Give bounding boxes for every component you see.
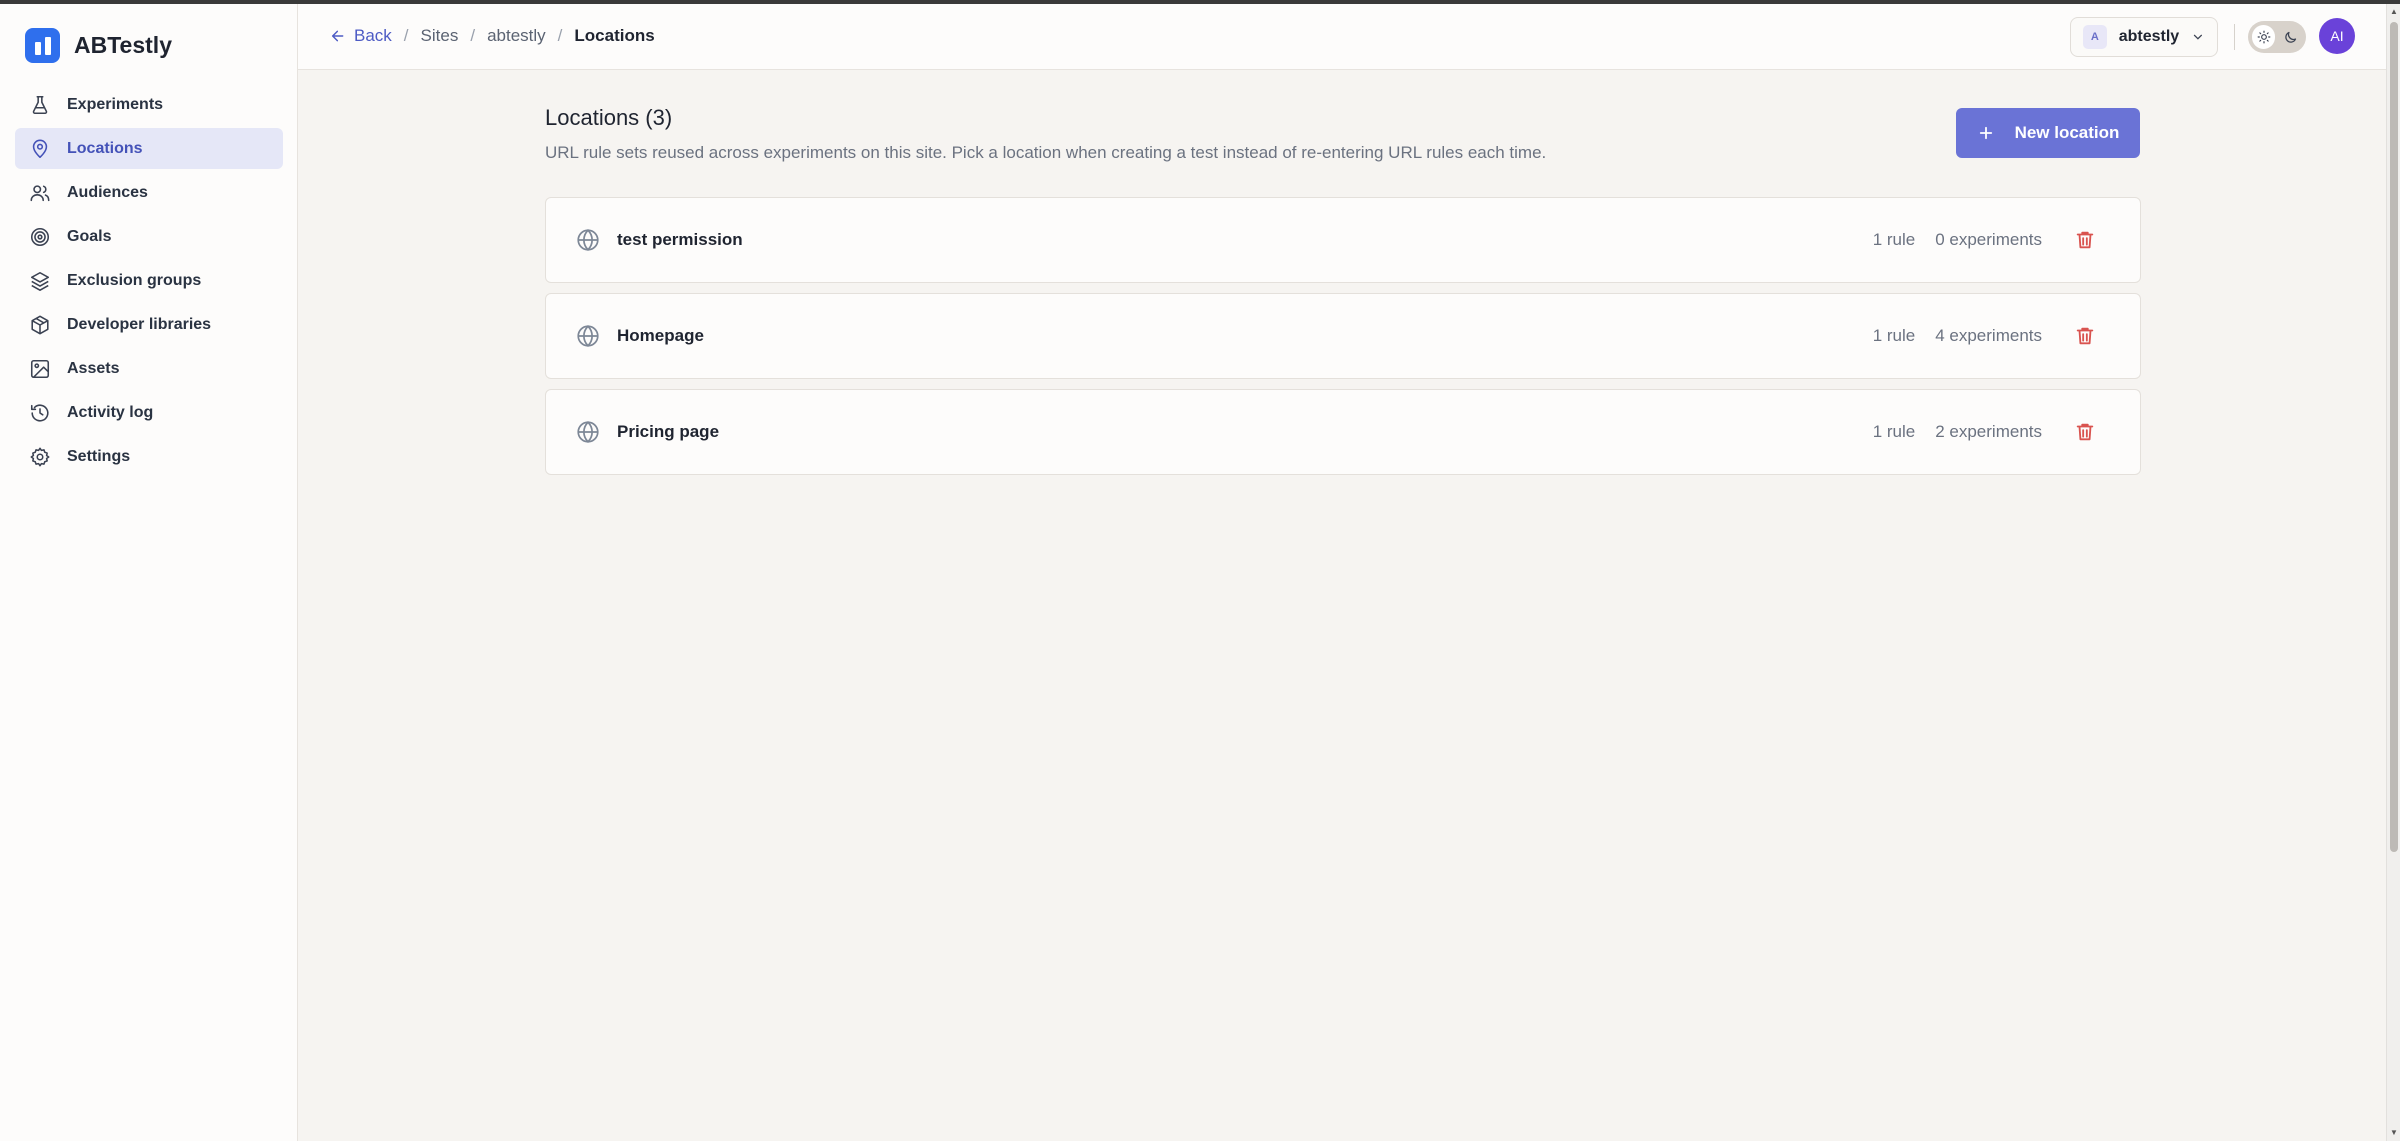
plus-icon [1979, 126, 1992, 140]
sidebar-item-assets[interactable]: Assets [15, 348, 283, 389]
brand-name: ABTestly [74, 32, 172, 58]
trash-icon[interactable] [2074, 325, 2096, 347]
sidebar-item-experiments[interactable]: Experiments [15, 84, 283, 125]
scroll-up-arrow-icon[interactable]: ▲ [2389, 7, 2399, 17]
sidebar-item-audiences[interactable]: Audiences [15, 172, 283, 213]
breadcrumb-site[interactable]: abtestly [487, 26, 546, 46]
locations-list: test permission 1 rule 0 experiments Hom… [545, 197, 2141, 485]
layers-icon [30, 271, 50, 291]
avatar[interactable]: AI [2319, 18, 2355, 54]
sidebar-item-label: Activity log [67, 403, 154, 421]
location-name: Pricing page [617, 422, 720, 441]
users-icon [30, 184, 50, 201]
target-icon [30, 227, 50, 246]
sidebar-item-label: Locations [67, 139, 143, 157]
sidebar-item-activity-log[interactable]: Activity log [15, 392, 283, 433]
list-item[interactable]: Homepage 1 rule 4 experiments [545, 293, 2141, 379]
map-pin-icon [32, 139, 48, 158]
page-title: Locations (3) [545, 105, 673, 130]
sidebar-item-exclusion-groups[interactable]: Exclusion groups [15, 260, 283, 301]
brand[interactable]: ABTestly [25, 28, 172, 63]
location-meta: 1 rule 0 experiments [1873, 230, 2042, 250]
scrollbar[interactable]: ▲ ▼ [2386, 4, 2400, 1141]
new-location-button[interactable]: New location [1956, 108, 2140, 158]
rule-count: 1 rule [1872, 230, 1916, 249]
rule-count: 1 rule [1872, 422, 1916, 441]
chevron-down-icon [2193, 34, 2203, 40]
sidebar-item-label: Audiences [67, 183, 148, 201]
breadcrumb-separator: / [403, 26, 409, 45]
history-icon [30, 403, 49, 422]
moon-icon [2279, 25, 2302, 49]
back-link[interactable]: Back [330, 26, 392, 46]
globe-icon [577, 421, 599, 443]
flask-icon [32, 95, 48, 114]
trash-icon[interactable] [2074, 421, 2096, 443]
breadcrumb-current: Locations [574, 26, 655, 45]
site-name: abtestly [2118, 28, 2180, 45]
experiment-count: 2 experiments [1935, 422, 2042, 441]
sidebar-nav: Experiments Locations Audiences Goals Ex… [15, 84, 283, 480]
breadcrumb-separator: / [557, 26, 563, 45]
theme-toggle[interactable] [2248, 21, 2306, 53]
breadcrumb-separator: / [470, 26, 476, 45]
package-icon [31, 315, 49, 334]
gear-icon [30, 447, 50, 466]
location-meta: 1 rule 2 experiments [1873, 422, 2042, 442]
scroll-thumb[interactable] [2390, 22, 2398, 852]
site-badge: A [2083, 25, 2107, 49]
location-name: test permission [617, 230, 743, 249]
breadcrumb-sites[interactable]: Sites [421, 26, 459, 46]
sidebar-item-locations[interactable]: Locations [15, 128, 283, 169]
brand-logo-icon [25, 28, 60, 63]
arrow-left-icon [331, 30, 344, 42]
image-icon [30, 359, 50, 378]
page-header: Locations (3) URL rule sets reused acros… [545, 105, 2141, 163]
experiment-count: 4 experiments [1935, 326, 2042, 345]
header-divider [2234, 24, 2235, 50]
location-name: Homepage [617, 326, 704, 345]
sidebar-item-label: Settings [67, 447, 131, 465]
sidebar-item-goals[interactable]: Goals [15, 216, 283, 257]
top-header: Back / Sites / abtestly / Locations A ab… [298, 4, 2386, 70]
new-location-label: New location [2014, 123, 2120, 142]
breadcrumb: Back / Sites / abtestly / Locations [330, 4, 655, 68]
globe-icon [577, 229, 599, 251]
site-selector[interactable]: A abtestly [2070, 17, 2218, 57]
trash-icon[interactable] [2074, 229, 2096, 251]
scroll-down-arrow-icon[interactable]: ▼ [2389, 1128, 2399, 1138]
sidebar-item-developer-libraries[interactable]: Developer libraries [15, 304, 283, 345]
sun-icon [2252, 25, 2275, 49]
globe-icon [577, 325, 599, 347]
sidebar-item-label: Assets [67, 359, 120, 377]
location-meta: 1 rule 4 experiments [1873, 326, 2042, 346]
sidebar: ABTestly Experiments Locations Audiences… [0, 4, 298, 1141]
sidebar-item-label: Developer libraries [67, 315, 212, 333]
sidebar-item-label: Exclusion groups [67, 271, 202, 289]
page-description: URL rule sets reused across experiments … [545, 143, 1547, 162]
sidebar-item-label: Experiments [67, 95, 164, 113]
rule-count: 1 rule [1872, 326, 1916, 345]
back-label: Back [354, 26, 392, 45]
list-item[interactable]: Pricing page 1 rule 2 experiments [545, 389, 2141, 475]
sidebar-item-settings[interactable]: Settings [15, 436, 283, 477]
list-item[interactable]: test permission 1 rule 0 experiments [545, 197, 2141, 283]
sidebar-item-label: Goals [67, 227, 112, 245]
experiment-count: 0 experiments [1935, 230, 2042, 249]
